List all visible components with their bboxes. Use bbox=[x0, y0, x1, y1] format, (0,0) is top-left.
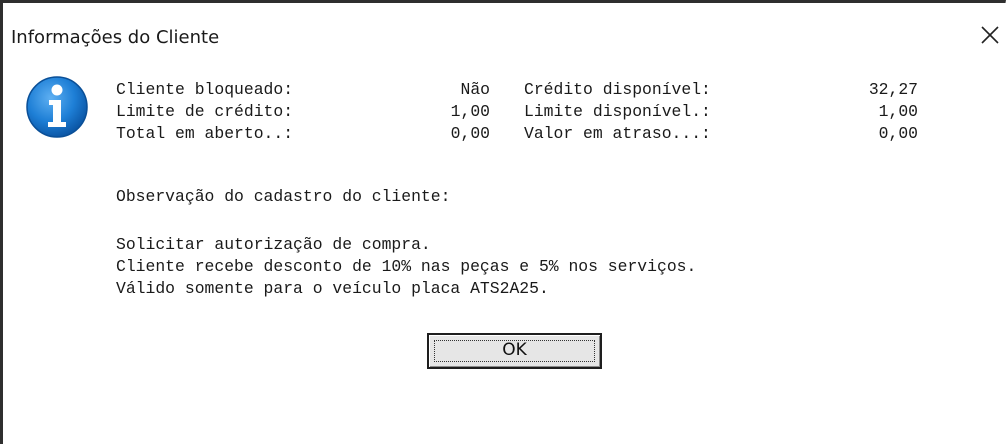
stat-value-available-limit: 1,00 bbox=[878, 102, 918, 121]
stat-label-credit-limit: Limite de crédito: bbox=[116, 102, 294, 121]
ok-button-label: OK bbox=[502, 340, 527, 360]
stat-label-available-credit: Crédito disponível: bbox=[524, 80, 711, 99]
ok-button[interactable]: OK bbox=[427, 333, 602, 369]
close-icon[interactable] bbox=[976, 21, 1004, 49]
stat-value-overdue-amount: 0,00 bbox=[878, 124, 918, 143]
stat-label-overdue-amount: Valor em atraso...: bbox=[524, 124, 711, 143]
stats-row: Cliente bloqueado: Não Crédito disponíve… bbox=[116, 79, 918, 101]
stat-value-total-open: 0,00 bbox=[450, 124, 490, 143]
observation-title: Observação do cadastro do cliente: bbox=[116, 187, 451, 206]
information-icon bbox=[25, 75, 89, 139]
observation-line: Solicitar autorização de compra. bbox=[116, 235, 431, 254]
stat-label-available-limit: Limite disponível.: bbox=[524, 102, 711, 121]
stats-row: Limite de crédito: 1,00 Limite disponíve… bbox=[116, 101, 918, 123]
observation-line: Cliente recebe desconto de 10% nas peças… bbox=[116, 257, 697, 276]
dialog-title: Informações do Cliente bbox=[11, 27, 220, 48]
stat-label-total-open: Total em aberto..: bbox=[116, 124, 294, 143]
stat-value-credit-limit: 1,00 bbox=[450, 102, 490, 121]
dialog-body: Cliente bloqueado: Não Crédito disponíve… bbox=[3, 60, 1006, 447]
observation-line: Válido somente para o veículo placa ATS2… bbox=[116, 279, 549, 298]
title-bar[interactable]: Informações do Cliente bbox=[3, 3, 1006, 60]
stat-value-available-credit: 32,27 bbox=[868, 80, 918, 99]
stats-row: Total em aberto..: 0,00 Valor em atraso.… bbox=[116, 123, 918, 145]
stat-label-client-blocked: Cliente bloqueado: bbox=[116, 80, 294, 99]
client-info-dialog: Informações do Cliente Cliente bloqueado… bbox=[0, 0, 1006, 447]
stat-value-client-blocked: Não bbox=[460, 80, 490, 99]
